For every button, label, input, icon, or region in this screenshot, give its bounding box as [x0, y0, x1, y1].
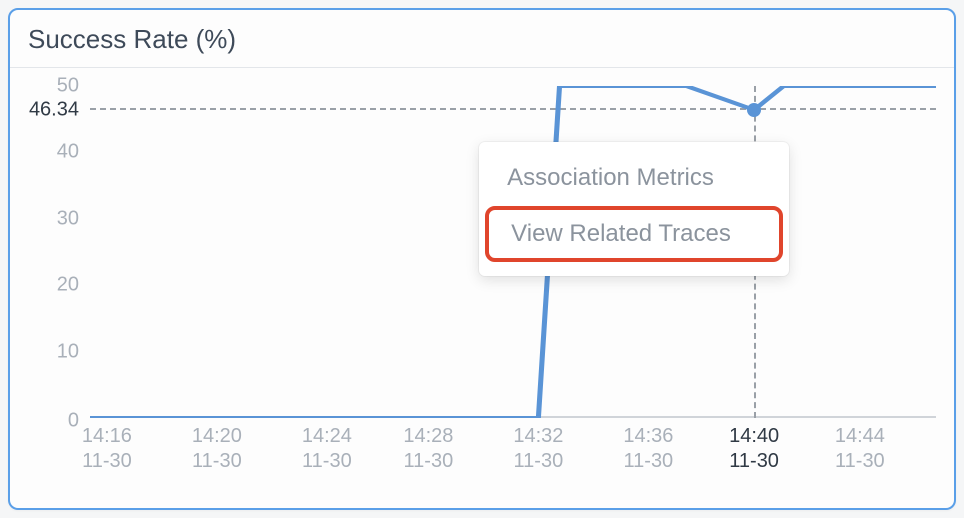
- chart-panel: Success Rate (%) 0 10 20 30 40 50 46.34 …: [8, 8, 956, 510]
- y-tick: 40: [57, 141, 79, 164]
- y-axis: 0 10 20 30 40 50 46.34: [10, 86, 85, 418]
- hover-y-value: 46.34: [29, 99, 79, 122]
- x-tick: 14:24 11-30: [302, 424, 352, 474]
- x-tick-time: 14:24: [302, 424, 352, 449]
- x-tick-time: 14:36: [623, 424, 673, 449]
- chart-title: Success Rate (%): [10, 10, 954, 67]
- x-tick-date: 11-30: [302, 449, 352, 474]
- x-tick-time: 14:20: [192, 424, 242, 449]
- y-tick: 20: [57, 274, 79, 297]
- chart-area[interactable]: 0 10 20 30 40 50 46.34 Association Metri…: [10, 68, 954, 488]
- x-tick: 14:20 11-30: [192, 424, 242, 474]
- hover-marker: [747, 103, 761, 117]
- menu-item-view-related-traces[interactable]: View Related Traces: [485, 206, 783, 262]
- x-tick-time: 14:32: [513, 424, 563, 449]
- x-axis: 14:16 11-30 14:20 11-30 14:24 11-30 14:2…: [90, 424, 936, 482]
- x-tick-active: 14:40 11-30: [729, 424, 779, 474]
- y-tick: 0: [68, 410, 79, 433]
- x-tick-time: 14:44: [835, 424, 885, 449]
- x-tick: 14:36 11-30: [623, 424, 673, 474]
- menu-item-association-metrics[interactable]: Association Metrics: [479, 154, 789, 202]
- x-tick: 14:44 11-30: [835, 424, 885, 474]
- x-tick-date: 11-30: [513, 449, 563, 474]
- x-tick-time: 14:16: [82, 424, 132, 449]
- x-tick: 14:28 11-30: [403, 424, 453, 474]
- x-tick-date: 11-30: [403, 449, 453, 474]
- x-tick: 14:16 11-30: [82, 424, 132, 474]
- x-tick-date: 11-30: [192, 449, 242, 474]
- x-tick-time: 14:28: [403, 424, 453, 449]
- y-tick: 10: [57, 340, 79, 363]
- x-tick-date: 11-30: [82, 449, 132, 474]
- context-menu: Association Metrics View Related Traces: [479, 142, 789, 276]
- x-tick: 14:32 11-30: [513, 424, 563, 474]
- x-tick-date: 11-30: [729, 449, 779, 474]
- plot-region[interactable]: Association Metrics View Related Traces: [90, 86, 936, 418]
- y-tick: 30: [57, 207, 79, 230]
- x-tick-time: 14:40: [729, 424, 779, 449]
- x-tick-date: 11-30: [835, 449, 885, 474]
- y-tick: 50: [57, 75, 79, 98]
- x-tick-date: 11-30: [623, 449, 673, 474]
